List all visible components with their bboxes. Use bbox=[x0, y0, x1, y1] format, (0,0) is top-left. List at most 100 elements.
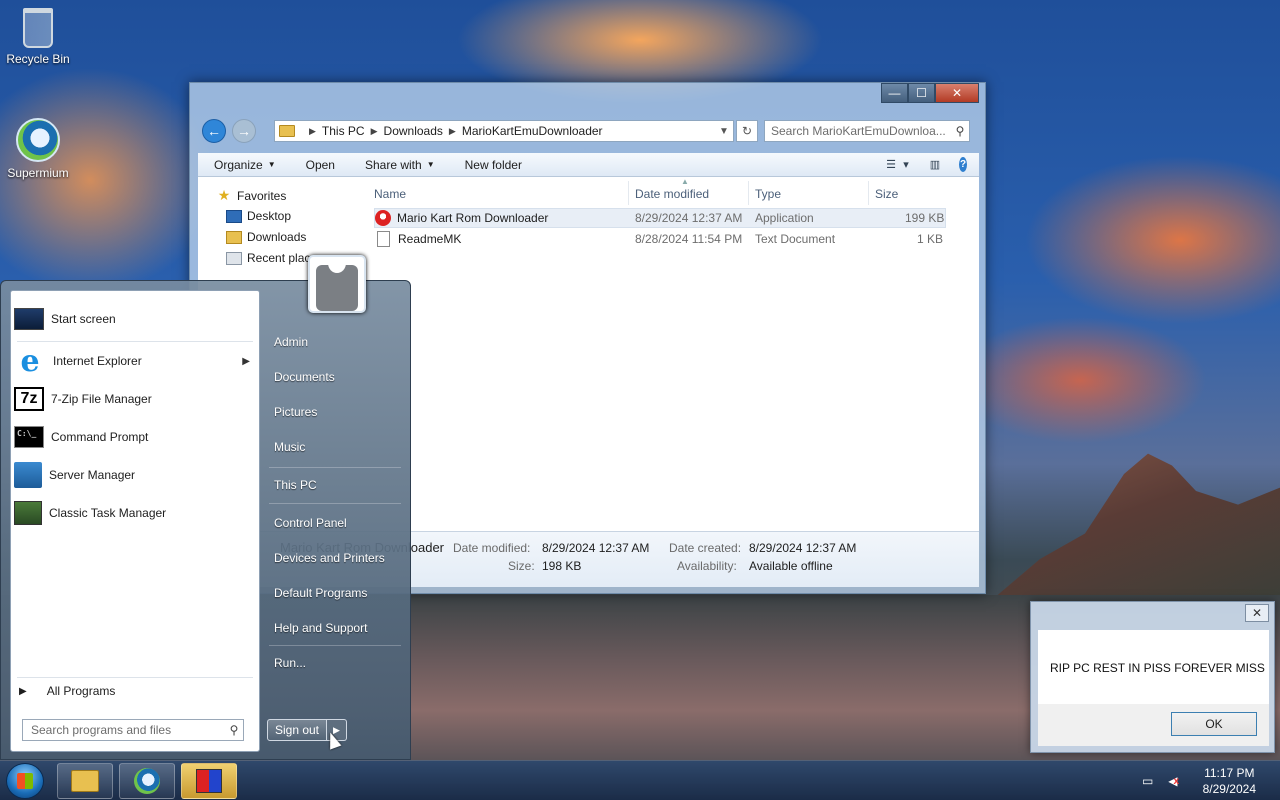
nav-item-label: Favorites bbox=[237, 188, 287, 203]
details-date-created-label: Date created: bbox=[669, 541, 742, 555]
recycle-bin-icon bbox=[23, 8, 53, 48]
start-menu: Start screen e Internet Explorer ▶ 7z 7-… bbox=[0, 255, 411, 760]
breadcrumb-this-pc[interactable]: This PC bbox=[322, 124, 365, 138]
arrow-right-icon: → bbox=[237, 123, 251, 139]
back-button[interactable]: ← bbox=[202, 119, 226, 143]
text-document-icon bbox=[377, 231, 390, 247]
share-with-label: Share with bbox=[364, 157, 422, 172]
star-icon: ★ bbox=[217, 187, 231, 203]
start-right-devices-printers[interactable]: Devices and Printers bbox=[274, 551, 385, 565]
start-button[interactable] bbox=[6, 763, 44, 799]
chevron-down-icon[interactable]: ▼ bbox=[715, 126, 733, 137]
dialog-body: RIP PC REST IN PISS FOREVER MISS OK bbox=[1038, 630, 1269, 746]
share-with-button[interactable]: Share with ▼ bbox=[365, 158, 435, 172]
column-header-date-modified[interactable]: Date modified bbox=[635, 187, 709, 201]
program-classic-task-manager[interactable]: Classic Task Manager bbox=[14, 496, 254, 530]
server-manager-icon bbox=[14, 462, 42, 488]
sign-out-button[interactable]: Sign out bbox=[267, 719, 327, 741]
game-app-icon bbox=[196, 769, 222, 793]
start-menu-programs: Start screen e Internet Explorer ▶ 7z 7-… bbox=[10, 290, 260, 752]
start-search-input[interactable]: Search programs and files ⚲ bbox=[22, 719, 244, 741]
column-header-type[interactable]: Type bbox=[755, 187, 781, 201]
program-7zip[interactable]: 7z 7-Zip File Manager bbox=[14, 382, 254, 416]
preview-pane-icon: ▥ bbox=[929, 159, 941, 171]
dialog-close-button[interactable]: ✕ bbox=[1245, 604, 1269, 622]
search-input[interactable]: Search MarioKartEmuDownloa... ⚲ bbox=[764, 120, 970, 142]
column-header-name[interactable]: Name bbox=[374, 187, 406, 201]
program-start-screen[interactable]: Start screen bbox=[14, 302, 254, 336]
start-right-run[interactable]: Run... bbox=[274, 656, 306, 670]
file-explorer-icon bbox=[71, 770, 99, 792]
file-date: 8/29/2024 12:37 AM bbox=[635, 211, 743, 225]
volume-muted-icon[interactable]: ◀ x bbox=[1165, 773, 1183, 789]
help-icon: ? bbox=[959, 157, 967, 172]
preview-pane-button[interactable]: ▥ bbox=[925, 157, 945, 173]
start-right-this-pc[interactable]: This PC bbox=[274, 478, 317, 492]
task-manager-icon bbox=[14, 501, 42, 525]
column-header-size[interactable]: Size bbox=[875, 187, 898, 201]
close-button[interactable]: ✕ bbox=[935, 83, 979, 103]
divider bbox=[269, 645, 401, 646]
column-divider bbox=[748, 181, 749, 205]
file-name-cell: Mario Kart Rom Downloader bbox=[375, 210, 548, 226]
downloads-icon bbox=[226, 230, 242, 244]
program-server-manager[interactable]: Server Manager bbox=[14, 458, 254, 492]
breadcrumb-current-folder[interactable]: MarioKartEmuDownloader bbox=[462, 124, 603, 138]
recent-places-icon bbox=[226, 251, 242, 265]
internet-explorer-icon: e bbox=[20, 343, 40, 379]
desktop-icon-label: Supermium bbox=[7, 166, 69, 180]
search-icon: ⚲ bbox=[955, 124, 965, 138]
start-screen-icon bbox=[14, 308, 44, 330]
divider bbox=[269, 467, 401, 468]
start-right-control-panel[interactable]: Control Panel bbox=[274, 516, 347, 530]
program-label: Server Manager bbox=[49, 468, 136, 482]
organize-button[interactable]: Organize ▼ bbox=[214, 158, 276, 172]
arrow-left-icon: ← bbox=[207, 123, 221, 139]
start-right-music[interactable]: Music bbox=[274, 440, 305, 454]
chevron-down-icon[interactable]: ▾ bbox=[901, 157, 911, 173]
start-right-admin[interactable]: Admin bbox=[274, 335, 308, 349]
nav-item-favorites[interactable]: ★ Favorites bbox=[216, 187, 287, 204]
clock[interactable]: 11:17 PM 8/29/2024 bbox=[1203, 765, 1256, 797]
search-placeholder: Search programs and files bbox=[31, 723, 172, 737]
view-options-button[interactable]: ☰ bbox=[881, 157, 901, 173]
help-button[interactable]: ? bbox=[959, 157, 979, 173]
new-folder-button[interactable]: New folder bbox=[465, 158, 522, 172]
details-view-icon: ☰ bbox=[886, 159, 896, 171]
new-folder-label: New folder bbox=[464, 157, 522, 172]
ok-button[interactable]: OK bbox=[1171, 712, 1257, 736]
refresh-button[interactable]: ↻ bbox=[736, 120, 758, 142]
taskbar-browser[interactable] bbox=[119, 763, 175, 799]
start-right-pictures[interactable]: Pictures bbox=[274, 405, 317, 419]
file-size: 199 KB bbox=[905, 211, 945, 225]
program-command-prompt[interactable]: C:\_ Command Prompt bbox=[14, 420, 254, 454]
address-bar[interactable]: ▶ This PC ▶ Downloads ▶ MarioKartEmuDown… bbox=[274, 120, 734, 142]
breadcrumb-downloads[interactable]: Downloads bbox=[384, 124, 443, 138]
file-row[interactable]: Mario Kart Rom Downloader 8/29/2024 12:3… bbox=[374, 208, 946, 228]
command-prompt-icon: C:\_ bbox=[14, 426, 44, 448]
file-row[interactable]: ReadmeMK 8/28/2024 11:54 PM Text Documen… bbox=[374, 229, 946, 249]
chevron-right-icon: ▶ bbox=[242, 355, 250, 367]
network-icon[interactable]: ▭ bbox=[1139, 773, 1157, 789]
user-avatar[interactable] bbox=[308, 255, 366, 313]
nav-item-downloads[interactable]: Downloads bbox=[226, 230, 306, 244]
desktop-icon-supermium[interactable]: Supermium bbox=[0, 118, 76, 180]
desktop-wallpaper-mountain bbox=[980, 453, 1280, 610]
program-internet-explorer[interactable]: e Internet Explorer ▶ bbox=[14, 343, 254, 379]
file-date: 8/28/2024 11:54 PM bbox=[635, 232, 743, 246]
desktop-icon-recycle-bin[interactable]: Recycle Bin bbox=[0, 8, 76, 66]
windows-logo-icon bbox=[17, 773, 33, 789]
search-placeholder: Search MarioKartEmuDownloa... bbox=[771, 124, 946, 138]
taskbar-game-app[interactable] bbox=[181, 763, 237, 799]
taskbar-file-explorer[interactable] bbox=[57, 763, 113, 799]
open-button[interactable]: Open bbox=[306, 158, 335, 172]
start-right-help-support[interactable]: Help and Support bbox=[274, 621, 367, 635]
maximize-button[interactable]: ☐ bbox=[908, 83, 935, 103]
forward-button[interactable]: → bbox=[232, 119, 256, 143]
nav-item-desktop[interactable]: Desktop bbox=[226, 209, 291, 223]
all-programs-button[interactable]: ▶ All Programs bbox=[19, 684, 115, 698]
dialog-footer: OK bbox=[1038, 704, 1269, 746]
start-right-default-programs[interactable]: Default Programs bbox=[274, 586, 367, 600]
minimize-button[interactable]: — bbox=[881, 83, 908, 103]
start-right-documents[interactable]: Documents bbox=[274, 370, 335, 384]
